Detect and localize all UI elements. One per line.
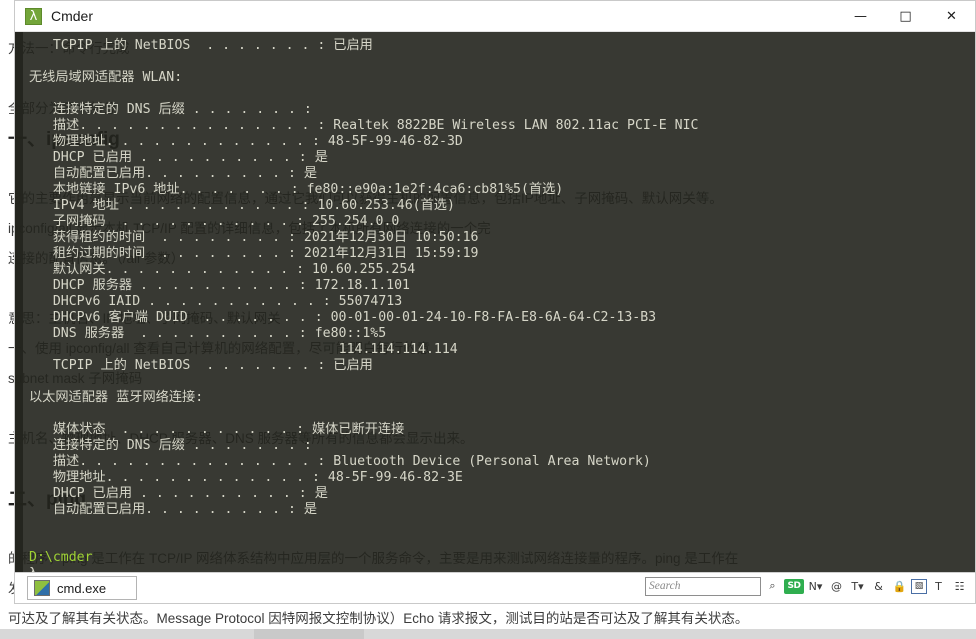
page-edge-strip [0,629,976,639]
terminal-line: 自动配置已启用. . . . . . . . . : 是 [29,502,318,517]
terminal-line: DHCPv6 IAID . . . . . . . . . . . : 5507… [29,294,403,309]
ampersand-icon[interactable]: & [869,576,888,596]
status-bar-tools: Search ⌕ SD N▾ @ T▾ & 🔒 ▧ T ☷ [645,576,969,596]
terminal-line: 描述. . . . . . . . . . . . . . . : Realte… [29,118,699,133]
lambda-icon: λ [25,7,42,25]
terminal-line: 默认网关. . . . . . . . . . . . : 10.60.255.… [29,262,416,277]
terminal-line: 物理地址. . . . . . . . . . . . . : 48-5F-99… [29,134,463,149]
terminal-line: DHCPv6 客户端 DUID . . . . . . . : 00-01-00… [29,310,657,325]
terminal-line: 物理地址. . . . . . . . . . . . . : 48-5F-99… [29,470,463,485]
cmder-window: λ Cmder — □ ✕ TCPIP 上的 NetBIOS . . . . .… [14,0,976,604]
cmd-icon [34,580,50,596]
terminal-line: 连接特定的 DNS 后缀 . . . . . . . : [29,438,312,453]
terminal-line: 获得租约的时间 . . . . . . . . : 2021年12月30日 10… [29,230,479,245]
window-controls: — □ ✕ [838,1,975,32]
terminal-line: 连接特定的 DNS 后缀 . . . . . . . : [29,102,312,117]
dropdown-caret-icon[interactable]: N▾ [806,576,825,596]
prompt-path: D:\cmder [29,550,93,565]
terminal-line: TCPIP 上的 NetBIOS . . . . . . . : 已启用 [29,358,373,373]
terminal-line: DHCP 已启用 . . . . . . . . . . : 是 [29,150,328,165]
search-icon[interactable]: ⌕ [763,576,782,596]
terminal-line: 子网掩码 . . . . . . . . . . . : 255.254.0.0 [29,214,400,229]
terminal-line: DNS 服务器 . . . . . . . . . . : fe80::1%5 [29,326,387,341]
terminal-line: 描述. . . . . . . . . . . . . . . : Blueto… [29,454,651,469]
text-tool-icon[interactable]: T▾ [848,576,867,596]
page-edge-strip-secondary [254,629,364,639]
terminal-line: IPv4 地址 . . . . . . . . . . . : 10.60.25… [29,198,455,213]
terminal-line: 114.114.114.114 [29,342,458,357]
terminal-line: TCPIP 上的 NetBIOS . . . . . . . : 已启用 [29,38,373,53]
terminal-line: 媒体状态 . . . . . . . . . . . : 媒体已断开连接 [29,422,405,437]
csdn-logo-icon[interactable]: SD [784,578,804,594]
terminal-area[interactable]: TCPIP 上的 NetBIOS . . . . . . . : 已启用 无线局… [15,32,975,572]
lock-icon[interactable]: 🔒 [890,576,909,596]
window-title: Cmder [51,8,94,24]
screen-root: 方法一：命令行完成 全部分为两个部分一、ipconfig 它的主要作用是显示当前… [0,0,976,639]
grid-icon[interactable]: ☷ [950,576,969,596]
status-bar: cmd.exe Search ⌕ SD N▾ @ T▾ & 🔒 ▧ T ☷ [15,572,975,603]
tools-icon[interactable]: T [929,576,948,596]
terminal-output: TCPIP 上的 NetBIOS . . . . . . . : 已启用 无线局… [15,38,975,572]
title-bar: λ Cmder — □ ✕ [15,1,975,32]
terminal-left-gutter [15,32,23,572]
terminal-line: 本地链接 IPv6 地址. . . . . . . : fe80::e90a:1… [29,182,564,197]
terminal-line: DHCP 服务器 . . . . . . . . . . : 172.18.1.… [29,278,410,293]
minimize-button[interactable]: — [838,1,883,32]
terminal-line: 无线局域网适配器 WLAN: [29,70,183,85]
terminal-line: 自动配置已启用. . . . . . . . . : 是 [29,166,318,181]
tab-label: cmd.exe [57,580,107,596]
terminal-line: 以太网适配器 蓝牙网络连接: [29,390,204,405]
search-input[interactable]: Search [645,576,761,596]
close-button[interactable]: ✕ [928,1,975,32]
terminal-line: DHCP 已启用 . . . . . . . . . . : 是 [29,486,328,501]
terminal-line: 租约过期的时间 . . . . . . . . : 2021年12月31日 15… [29,246,479,261]
maximize-button[interactable]: □ [883,1,928,32]
tab-cmd-exe[interactable]: cmd.exe [27,576,137,600]
layout-icon[interactable]: ▧ [911,578,927,594]
at-icon[interactable]: @ [827,576,846,596]
search-placeholder: Search [649,580,681,592]
